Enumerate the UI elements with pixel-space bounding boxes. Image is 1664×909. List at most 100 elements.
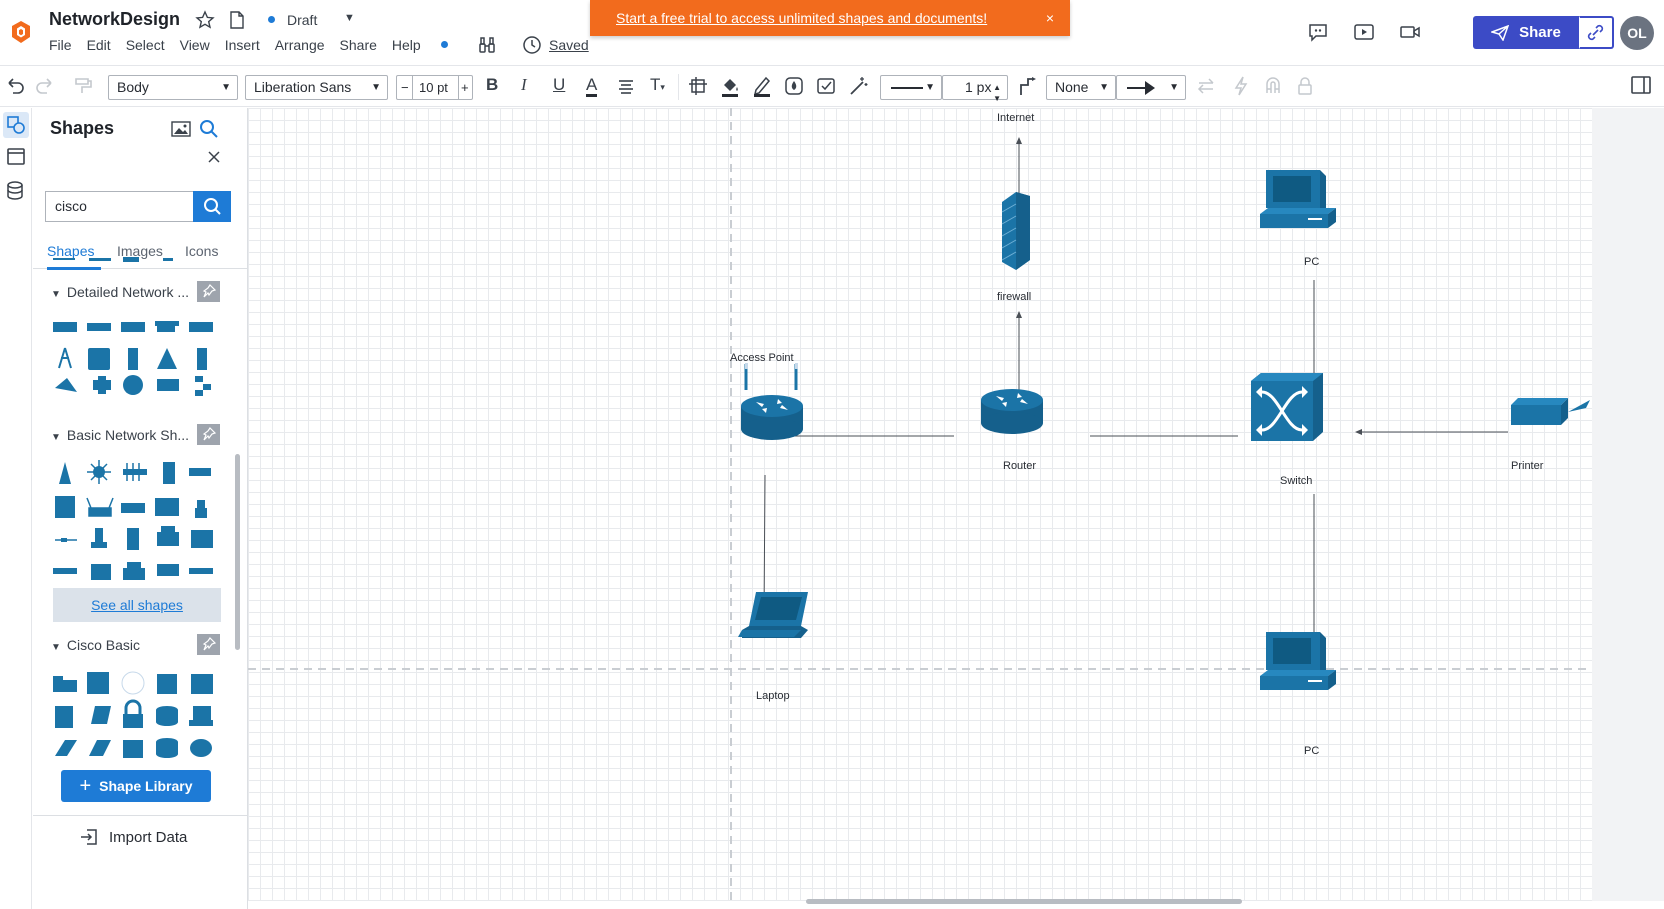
printer-node[interactable] — [1511, 398, 1590, 425]
label-pc-top[interactable]: PC — [1304, 256, 1319, 268]
draft-caret-icon[interactable]: ▼ — [344, 12, 355, 24]
font-size-stepper[interactable]: − 10 pt + — [396, 75, 473, 100]
label-pc-bottom[interactable]: PC — [1304, 745, 1319, 757]
binoculars-icon[interactable] — [477, 35, 497, 55]
label-printer[interactable]: Printer — [1511, 460, 1543, 472]
label-internet[interactable]: Internet — [997, 112, 1034, 124]
basic-network-shapes[interactable] — [51, 460, 231, 590]
pin-button[interactable] — [197, 281, 220, 302]
image-icon[interactable] — [171, 120, 191, 138]
shape-options-icon[interactable] — [815, 74, 837, 98]
label-firewall[interactable]: firewall — [997, 291, 1031, 303]
line-style-select[interactable]: ▼ — [880, 75, 942, 100]
menu-help[interactable]: Help — [392, 37, 463, 53]
menu-view[interactable]: View — [180, 37, 210, 53]
connectors[interactable] — [763, 138, 1508, 646]
search-icon[interactable] — [198, 118, 220, 140]
font-size-value[interactable]: 10 pt — [419, 76, 448, 99]
magic-wand-icon[interactable] — [847, 74, 869, 98]
section-basic-network[interactable]: ▼ Basic Network Sh... — [51, 427, 189, 443]
share-button[interactable]: Share — [1473, 16, 1579, 49]
present-icon[interactable] — [1353, 22, 1375, 42]
menu-insert[interactable]: Insert — [225, 37, 260, 53]
import-data-button[interactable]: Import Data — [79, 828, 187, 846]
switch-node[interactable] — [1251, 373, 1323, 441]
pin-button[interactable] — [197, 634, 220, 655]
star-icon[interactable] — [195, 10, 215, 30]
access-point-node[interactable] — [741, 363, 803, 440]
close-icon[interactable] — [207, 150, 221, 164]
database-icon — [7, 181, 23, 200]
lucid-logo-icon[interactable] — [10, 20, 32, 44]
bold-button[interactable]: B — [486, 75, 498, 95]
font-size-decrease[interactable]: − — [401, 76, 409, 99]
comment-icon[interactable] — [1307, 22, 1329, 42]
trial-banner[interactable]: Start a free trial to access unlimited s… — [590, 0, 1070, 36]
copy-link-button[interactable] — [1579, 16, 1614, 49]
menu-edit[interactable]: Edit — [87, 37, 111, 53]
line-width-select[interactable]: 1 px ▲ ▼ — [942, 75, 1008, 103]
saved-status[interactable]: Saved — [549, 37, 589, 53]
avatar[interactable]: OL — [1620, 16, 1654, 50]
menu-select[interactable]: Select — [126, 37, 165, 53]
document-title[interactable]: NetworkDesign — [49, 9, 180, 30]
pc-bottom-node[interactable] — [1260, 632, 1336, 690]
font-size-increase[interactable]: + — [461, 76, 469, 99]
menu-arrange[interactable]: Arrange — [275, 37, 325, 53]
laptop-node[interactable] — [738, 592, 808, 638]
draft-status[interactable]: Draft — [268, 12, 317, 28]
text-style-select[interactable]: Body ▼ — [108, 75, 238, 100]
shape-bounds-icon[interactable] — [687, 74, 709, 98]
undo-icon[interactable] — [4, 74, 26, 98]
line-color-icon[interactable] — [751, 74, 773, 98]
label-router[interactable]: Router — [1003, 460, 1036, 472]
panel-scrollbar[interactable] — [235, 454, 240, 650]
connector-style-icon[interactable] — [1016, 74, 1038, 98]
see-all-shapes-link[interactable]: See all shapes — [53, 588, 221, 622]
canvas-horizontal-scrollbar[interactable] — [806, 899, 1242, 904]
lock-icon[interactable] — [1294, 74, 1316, 98]
panel-toggle-icon[interactable] — [1630, 74, 1652, 96]
share-label: Share — [1519, 24, 1561, 41]
line-start-select[interactable]: None ▼ — [1046, 75, 1116, 100]
shape-library-button[interactable]: + Shape Library — [61, 770, 211, 802]
format-painter-icon[interactable] — [72, 74, 94, 98]
shapes-rail-button[interactable] — [3, 112, 29, 138]
firewall-node[interactable] — [1001, 192, 1030, 270]
video-icon[interactable] — [1399, 22, 1421, 42]
menu-file[interactable]: File — [49, 37, 72, 53]
search-button[interactable] — [193, 191, 231, 222]
detailed-network-shapes[interactable] — [51, 318, 231, 408]
close-icon[interactable]: × — [1046, 10, 1054, 26]
underline-button[interactable]: U — [553, 75, 565, 95]
router-node[interactable] — [981, 389, 1043, 434]
lightning-icon[interactable] — [1230, 74, 1252, 98]
align-icon[interactable] — [616, 74, 636, 98]
text-options-button[interactable]: T▾ — [650, 75, 665, 95]
redo-icon[interactable] — [34, 74, 56, 98]
magnet-icon[interactable] — [1262, 74, 1284, 98]
search-input[interactable]: cisco — [45, 191, 193, 222]
font-color-button[interactable]: A — [586, 75, 598, 97]
label-laptop[interactable]: Laptop — [756, 690, 790, 702]
pin-button[interactable] — [197, 424, 220, 445]
fill-color-icon[interactable] — [719, 74, 741, 98]
label-switch[interactable]: Switch — [1280, 475, 1312, 487]
trial-banner-link[interactable]: Start a free trial to access unlimited s… — [616, 10, 987, 26]
data-rail-button[interactable] — [3, 178, 29, 204]
swap-arrows-icon[interactable] — [1195, 74, 1217, 98]
document-icon[interactable] — [228, 10, 246, 30]
divider — [412, 76, 413, 99]
clock-icon[interactable] — [522, 35, 542, 55]
line-end-select[interactable]: ▼ — [1116, 75, 1186, 100]
menu-share[interactable]: Share — [340, 37, 377, 53]
label-access-point[interactable]: Access Point — [730, 352, 794, 364]
pages-rail-button[interactable] — [3, 144, 29, 170]
cisco-basic-shapes[interactable] — [51, 670, 231, 760]
opacity-icon[interactable] — [783, 74, 805, 98]
pc-top-node[interactable] — [1260, 170, 1336, 228]
font-select[interactable]: Liberation Sans ▼ — [245, 75, 388, 100]
italic-button[interactable]: I — [521, 75, 527, 95]
section-cisco-basic[interactable]: ▼ Cisco Basic — [51, 637, 140, 653]
section-detailed-network[interactable]: ▼ Detailed Network ... — [51, 284, 189, 300]
